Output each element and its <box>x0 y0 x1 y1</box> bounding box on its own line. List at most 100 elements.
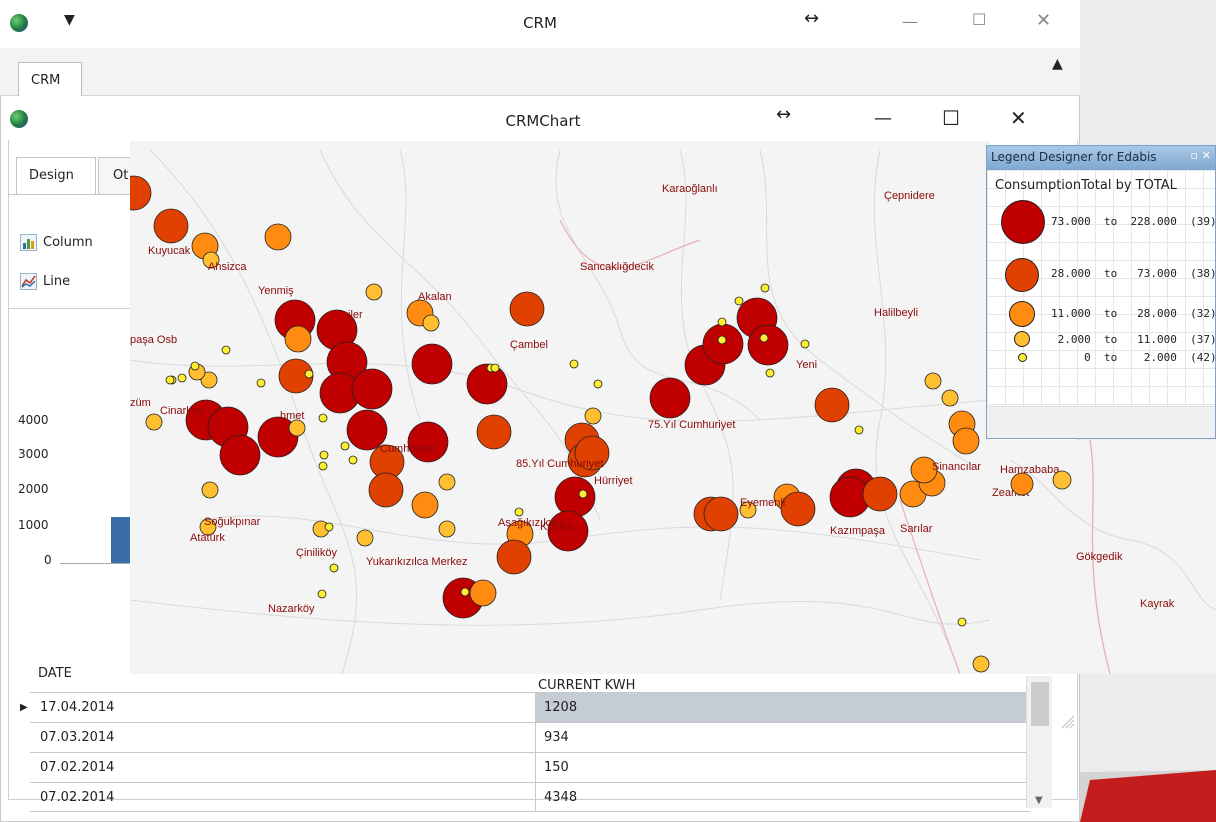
map-marker[interactable] <box>351 368 393 410</box>
map-marker[interactable] <box>460 587 470 597</box>
map-marker[interactable] <box>514 507 524 517</box>
cell-date[interactable]: 07.03.2014 <box>40 730 114 745</box>
map-marker[interactable] <box>554 476 596 518</box>
grid-header-date[interactable]: DATE <box>38 666 72 681</box>
map-marker[interactable] <box>324 522 334 532</box>
cell-date[interactable]: 07.02.2014 <box>40 760 114 775</box>
grid-header-kwh[interactable]: CURRENT KWH <box>538 678 635 693</box>
map-marker[interactable] <box>318 413 328 423</box>
grid-scrollbar[interactable]: ▼ <box>1026 676 1052 808</box>
map-marker[interactable] <box>411 491 439 519</box>
column-chart-button[interactable]: Column <box>20 234 93 251</box>
map-marker[interactable] <box>318 461 328 471</box>
map-marker[interactable] <box>304 369 314 379</box>
minimize-button[interactable]: — <box>902 12 918 31</box>
map-marker[interactable] <box>703 496 739 532</box>
map-marker[interactable] <box>569 359 579 369</box>
map-marker[interactable] <box>368 472 404 508</box>
tab-crm[interactable]: CRM <box>18 62 82 96</box>
map-marker[interactable] <box>329 563 339 573</box>
map-marker[interactable] <box>957 617 967 627</box>
map-marker[interactable] <box>854 425 864 435</box>
tab-design[interactable]: Design <box>16 157 96 195</box>
consumption-map[interactable]: Karaoğlanlı Çepnidere Kuyucak Ahsizca Sa… <box>130 141 990 674</box>
map-marker[interactable] <box>734 296 744 306</box>
map-marker[interactable] <box>201 481 219 499</box>
map-marker[interactable] <box>411 343 453 385</box>
resize-grip-icon[interactable] <box>1058 690 1076 730</box>
map-marker[interactable] <box>578 489 588 499</box>
map-marker[interactable] <box>130 175 152 211</box>
cell-kwh[interactable]: 934 <box>535 723 1030 752</box>
chart-x-axis <box>60 563 136 564</box>
map-label-cumhuriyet: Cumhuriyet <box>380 443 436 455</box>
map-marker[interactable] <box>466 363 508 405</box>
map-marker[interactable] <box>509 291 545 327</box>
table-row[interactable]: 17.04.2014 1208 <box>30 692 1030 722</box>
map-marker[interactable] <box>584 407 602 425</box>
table-row[interactable]: 07.03.2014 934 <box>30 722 1030 752</box>
map-marker[interactable] <box>814 387 850 423</box>
resize-arrows-icon[interactable]: ↔ <box>804 8 819 29</box>
map-marker[interactable] <box>219 434 261 476</box>
map-marker[interactable] <box>649 377 691 419</box>
map-marker[interactable] <box>496 539 532 575</box>
map-marker[interactable] <box>365 283 383 301</box>
cell-date[interactable]: 17.04.2014 <box>40 700 114 715</box>
map-marker[interactable] <box>356 529 374 547</box>
map-marker[interactable] <box>177 373 187 383</box>
chart-minimize-button[interactable]: — <box>874 108 892 129</box>
map-marker[interactable] <box>490 363 500 373</box>
table-row[interactable]: 07.02.2014 4348 <box>30 782 1030 812</box>
map-marker[interactable] <box>264 223 292 251</box>
map-marker[interactable] <box>256 378 266 388</box>
cell-kwh[interactable]: 4348 <box>535 783 1030 812</box>
map-marker[interactable] <box>190 361 200 371</box>
chart-maximize-button[interactable]: ☐ <box>942 106 960 130</box>
map-marker[interactable] <box>760 283 770 293</box>
map-marker[interactable] <box>438 473 456 491</box>
map-marker[interactable] <box>348 455 358 465</box>
line-chart-button[interactable]: Line <box>20 273 70 290</box>
map-marker[interactable] <box>340 441 350 451</box>
map-marker[interactable] <box>469 579 497 607</box>
legend-designer-panel[interactable]: Legend Designer for Edabis ▫ ✕ Consumpti… <box>986 145 1216 439</box>
map-marker[interactable] <box>438 520 456 538</box>
close-button[interactable]: ✕ <box>1036 10 1051 31</box>
map-marker[interactable] <box>941 389 959 407</box>
map-marker[interactable] <box>317 589 327 599</box>
map-marker[interactable] <box>319 450 329 460</box>
map-marker[interactable] <box>717 335 727 345</box>
scrollbar-thumb[interactable] <box>1031 682 1049 726</box>
quick-access-dropdown-icon[interactable]: ▼ <box>64 12 75 28</box>
collapse-ribbon-icon[interactable]: ▲ <box>1052 56 1063 72</box>
maximize-button[interactable]: ☐ <box>972 10 986 29</box>
map-marker[interactable] <box>765 368 775 378</box>
map-marker[interactable] <box>800 339 810 349</box>
map-marker[interactable] <box>165 375 175 385</box>
map-marker[interactable] <box>924 372 942 390</box>
chart-resize-arrows-icon[interactable]: ↔ <box>776 104 791 125</box>
map-marker[interactable] <box>717 317 727 327</box>
map-marker[interactable] <box>593 379 603 389</box>
map-marker[interactable] <box>422 314 440 332</box>
chart-close-button[interactable]: ✕ <box>1010 106 1027 130</box>
map-marker[interactable] <box>952 427 980 455</box>
map-label-kuyucak: Kuyucak <box>148 245 191 257</box>
scroll-down-icon[interactable]: ▼ <box>1035 795 1043 806</box>
map-marker[interactable] <box>747 324 789 366</box>
map-marker[interactable] <box>407 421 449 463</box>
cell-kwh[interactable]: 150 <box>535 753 1030 782</box>
map-marker[interactable] <box>153 208 189 244</box>
table-row[interactable]: 07.02.2014 150 <box>30 752 1030 782</box>
map-marker[interactable] <box>780 491 816 527</box>
legend-close-icon[interactable]: ▫ ✕ <box>1190 149 1211 162</box>
cell-date[interactable]: 07.02.2014 <box>40 790 114 805</box>
map-marker[interactable] <box>288 419 306 437</box>
map-marker[interactable] <box>476 414 512 450</box>
map-marker[interactable] <box>759 333 769 343</box>
cell-kwh[interactable]: 1208 <box>535 693 1030 722</box>
map-marker[interactable] <box>284 325 312 353</box>
map-marker[interactable] <box>221 345 231 355</box>
map-marker[interactable] <box>862 476 898 512</box>
